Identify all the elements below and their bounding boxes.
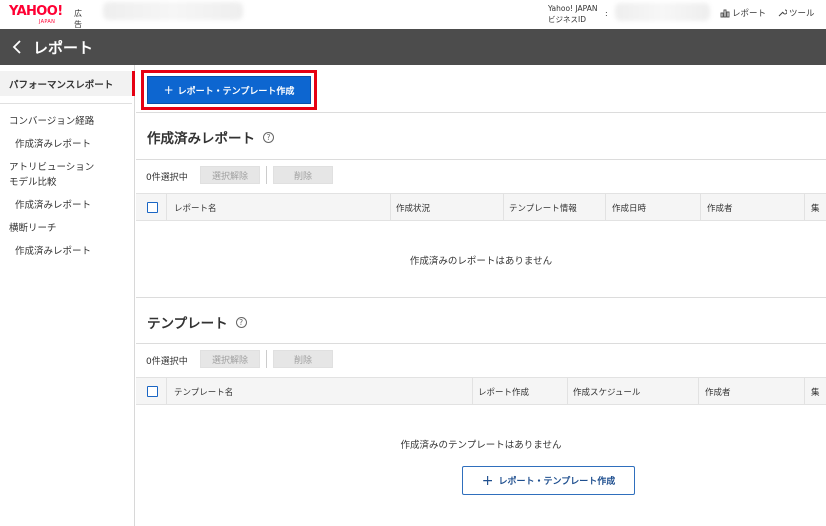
sidebar-divider xyxy=(0,103,132,104)
column-header-creator[interactable]: 作成者 xyxy=(705,386,731,398)
redacted-business-id xyxy=(615,3,710,21)
column-header-status[interactable]: 作成状況 xyxy=(396,202,430,214)
column-header-created-at[interactable]: 作成日時 xyxy=(612,202,646,214)
main-content: + レポート・テンプレート作成 作成済みレポート ? 0件選択中 選択解除 削除… xyxy=(136,65,826,526)
tools-link[interactable]: ツール xyxy=(777,7,815,19)
templates-table-header: テンプレート名 レポート作成 作成スケジュール 作成者 集 xyxy=(136,377,826,405)
wrench-icon xyxy=(778,9,787,17)
sidebar-item-cross-reach[interactable]: 横断リーチ xyxy=(9,220,57,234)
divider xyxy=(136,159,826,160)
logo-text: YAHOO! xyxy=(9,4,63,19)
reports-select-all-checkbox[interactable] xyxy=(147,202,158,213)
sidebar-item-performance-report[interactable]: パフォーマンスレポート xyxy=(9,77,113,91)
separator xyxy=(266,350,267,368)
templates-selected-count: 0件選択中 xyxy=(146,357,188,367)
column-header-template-name[interactable]: テンプレート名 xyxy=(174,386,233,398)
sidebar: パフォーマンスレポート コンバージョン経路 作成済みレポート アトリビューション… xyxy=(0,65,135,526)
reports-section-title: 作成済みレポート ? xyxy=(147,127,274,147)
create-template-button[interactable]: + レポート・テンプレート作成 xyxy=(462,466,635,495)
page-header: レポート xyxy=(0,29,826,65)
divider xyxy=(136,112,826,113)
create-report-template-button[interactable]: + レポート・テンプレート作成 xyxy=(147,76,311,104)
reports-selected-count: 0件選択中 xyxy=(146,173,188,183)
chevron-left-icon[interactable] xyxy=(11,38,23,56)
column-header-report-name[interactable]: レポート名 xyxy=(174,202,217,214)
column-header-aggregation[interactable]: 集 xyxy=(811,202,820,214)
plus-icon: + xyxy=(481,472,494,489)
bar-chart-icon xyxy=(720,9,730,18)
reports-table-header: レポート名 作成状況 テンプレート情報 作成日時 作成者 集 xyxy=(136,193,826,221)
separator xyxy=(266,166,267,184)
report-link[interactable]: レポート xyxy=(720,7,766,19)
create-button-label: レポート・テンプレート作成 xyxy=(177,86,295,97)
sidebar-item-conversion-path-reports[interactable]: 作成済みレポート xyxy=(15,136,91,150)
sidebar-item-cross-reach-reports[interactable]: 作成済みレポート xyxy=(15,243,91,257)
business-id-colon: : xyxy=(605,9,608,18)
column-header-schedule[interactable]: 作成スケジュール xyxy=(573,386,640,398)
logo-ad-label: 広告 xyxy=(74,9,82,29)
report-link-label: レポート xyxy=(732,9,767,19)
templates-selection-bar: 0件選択中 選択解除 削除 xyxy=(136,349,826,371)
sidebar-item-conversion-path[interactable]: コンバージョン経路 xyxy=(9,113,94,127)
templates-section-title: テンプレート ? xyxy=(147,312,247,332)
help-icon[interactable]: ? xyxy=(235,316,247,328)
tools-link-label: ツール xyxy=(789,9,815,19)
redacted-account-name xyxy=(103,2,243,20)
reports-delete-button[interactable]: 削除 xyxy=(273,166,333,184)
column-header-creator[interactable]: 作成者 xyxy=(707,202,733,214)
column-header-template-info[interactable]: テンプレート情報 xyxy=(509,202,577,214)
business-id-label: Yahoo! JAPAN ビジネスID xyxy=(548,4,598,24)
reports-empty-message: 作成済みのレポートはありません xyxy=(409,256,553,267)
templates-select-all-checkbox[interactable] xyxy=(147,386,158,397)
page-title: レポート xyxy=(33,39,94,57)
templates-delete-button[interactable]: 削除 xyxy=(273,350,333,368)
create-template-button-label: レポート・テンプレート作成 xyxy=(498,477,616,487)
create-button-highlight: + レポート・テンプレート作成 xyxy=(141,70,317,110)
top-bar: YAHOO! JAPAN 広告 Yahoo! JAPAN ビジネスID : レポ… xyxy=(0,0,826,29)
help-icon[interactable]: ? xyxy=(263,131,274,143)
templates-deselect-button[interactable]: 選択解除 xyxy=(200,350,260,368)
column-header-aggregation[interactable]: 集 xyxy=(811,386,820,398)
divider xyxy=(136,343,826,344)
reports-deselect-button[interactable]: 選択解除 xyxy=(200,166,260,184)
templates-empty-message: 作成済みのテンプレートはありません xyxy=(400,440,562,451)
logo-sub-text: JAPAN xyxy=(39,19,56,25)
sidebar-item-attribution[interactable]: アトリビューション xyxy=(9,159,94,173)
sidebar-item-attribution-line2[interactable]: モデル比較 xyxy=(9,174,57,188)
column-header-report-creation[interactable]: レポート作成 xyxy=(478,386,529,398)
sidebar-item-attribution-reports[interactable]: 作成済みレポート xyxy=(15,197,91,211)
reports-selection-bar: 0件選択中 選択解除 削除 xyxy=(136,165,826,187)
divider xyxy=(136,297,826,298)
yahoo-ads-logo[interactable]: YAHOO! JAPAN 広告 xyxy=(9,4,82,30)
plus-icon: + xyxy=(163,83,174,97)
